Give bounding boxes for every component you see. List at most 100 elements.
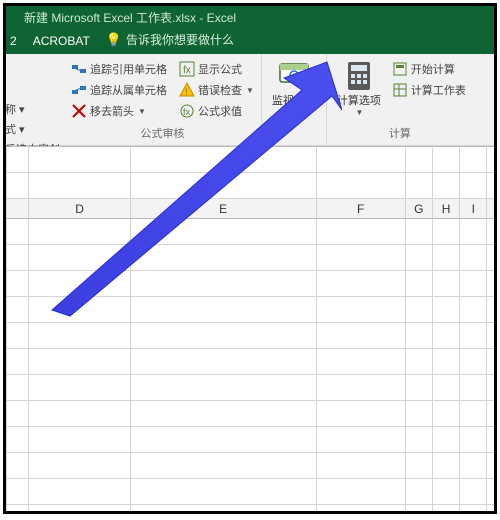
spreadsheet[interactable]: DEFGHIJKL — [6, 146, 494, 511]
cell[interactable] — [405, 245, 432, 271]
show-formulas[interactable]: fx 显示公式 — [176, 60, 257, 78]
cell[interactable] — [460, 323, 487, 349]
cell[interactable] — [130, 427, 316, 453]
cell[interactable] — [460, 375, 487, 401]
cell[interactable] — [130, 375, 316, 401]
tell-me[interactable]: 💡 告诉我你想要做什么 — [102, 31, 240, 54]
cell[interactable] — [7, 479, 29, 505]
cell[interactable] — [432, 505, 459, 512]
remove-arrows[interactable]: 移去箭头 ▼ — [68, 102, 170, 120]
tab-acrobat[interactable]: ACROBAT — [29, 30, 102, 54]
cell[interactable] — [487, 453, 494, 479]
cell[interactable] — [130, 173, 316, 199]
watch-window-button[interactable]: 监视窗口 — [266, 56, 322, 129]
cell[interactable] — [460, 479, 487, 505]
cell[interactable] — [405, 297, 432, 323]
formula-dropdown[interactable]: 式 ▾ — [3, 120, 65, 138]
cell[interactable] — [405, 427, 432, 453]
cell[interactable] — [130, 245, 316, 271]
column-header-H[interactable]: H — [432, 199, 459, 219]
cell[interactable] — [432, 245, 459, 271]
cell[interactable] — [316, 297, 405, 323]
column-header-F[interactable]: F — [316, 199, 405, 219]
cell[interactable] — [487, 349, 494, 375]
calculate-sheet[interactable]: 计算工作表 — [389, 81, 469, 99]
cell[interactable] — [432, 375, 459, 401]
tab-2[interactable]: 2 — [6, 30, 29, 54]
cell[interactable] — [405, 271, 432, 297]
cell[interactable] — [7, 147, 29, 173]
cell[interactable] — [432, 427, 459, 453]
cell[interactable] — [29, 505, 131, 512]
cell[interactable] — [487, 245, 494, 271]
cell[interactable] — [7, 173, 29, 199]
cell[interactable] — [432, 401, 459, 427]
cell[interactable] — [316, 401, 405, 427]
cell[interactable] — [487, 427, 494, 453]
trace-precedents[interactable]: 追踪引用单元格 — [68, 60, 170, 78]
cell[interactable] — [460, 401, 487, 427]
cell[interactable] — [405, 323, 432, 349]
cell[interactable] — [130, 505, 316, 512]
cell[interactable] — [405, 479, 432, 505]
cell[interactable] — [405, 401, 432, 427]
cell[interactable] — [405, 505, 432, 512]
cell[interactable] — [432, 219, 459, 245]
cell[interactable] — [487, 323, 494, 349]
cell[interactable] — [432, 173, 459, 199]
cell[interactable] — [130, 297, 316, 323]
cell[interactable] — [7, 453, 29, 479]
cell[interactable] — [432, 297, 459, 323]
cell[interactable] — [432, 479, 459, 505]
cell[interactable] — [487, 297, 494, 323]
cell[interactable] — [29, 375, 131, 401]
cell[interactable] — [316, 479, 405, 505]
calculate-now[interactable]: 开始计算 — [389, 60, 469, 78]
cell[interactable] — [29, 147, 131, 173]
cell[interactable] — [316, 271, 405, 297]
cell[interactable] — [7, 271, 29, 297]
cell[interactable] — [7, 219, 29, 245]
trace-dependents[interactable]: 追踪从属单元格 — [68, 81, 170, 99]
cell[interactable] — [7, 401, 29, 427]
cell[interactable] — [487, 479, 494, 505]
cell[interactable] — [29, 323, 131, 349]
cell[interactable] — [130, 147, 316, 173]
column-header-D[interactable]: D — [29, 199, 131, 219]
cell[interactable] — [405, 219, 432, 245]
column-header-I[interactable]: I — [460, 199, 487, 219]
cell[interactable] — [316, 453, 405, 479]
cell[interactable] — [29, 219, 131, 245]
cell[interactable] — [460, 453, 487, 479]
cell[interactable] — [487, 173, 494, 199]
cell[interactable] — [487, 147, 494, 173]
cell[interactable] — [460, 245, 487, 271]
cell[interactable] — [29, 401, 131, 427]
worksheet-grid[interactable]: DEFGHIJKL — [6, 146, 494, 511]
cell[interactable] — [316, 375, 405, 401]
cell[interactable] — [130, 479, 316, 505]
cell[interactable] — [487, 401, 494, 427]
cell[interactable] — [432, 323, 459, 349]
cell[interactable] — [29, 173, 131, 199]
cell[interactable] — [130, 219, 316, 245]
cell[interactable] — [487, 505, 494, 512]
cell[interactable] — [316, 349, 405, 375]
cell[interactable] — [316, 219, 405, 245]
cell[interactable] — [29, 479, 131, 505]
evaluate-formula[interactable]: fx 公式求值 — [176, 102, 257, 120]
cell[interactable] — [487, 219, 494, 245]
cell[interactable] — [460, 297, 487, 323]
cell[interactable] — [7, 349, 29, 375]
cell[interactable] — [316, 147, 405, 173]
cell[interactable] — [405, 375, 432, 401]
cell[interactable] — [7, 323, 29, 349]
cell[interactable] — [29, 349, 131, 375]
cell[interactable] — [29, 271, 131, 297]
cell[interactable] — [460, 505, 487, 512]
cell[interactable] — [130, 453, 316, 479]
cell[interactable] — [460, 147, 487, 173]
cell[interactable] — [432, 453, 459, 479]
cell[interactable] — [316, 323, 405, 349]
cell[interactable] — [316, 505, 405, 512]
